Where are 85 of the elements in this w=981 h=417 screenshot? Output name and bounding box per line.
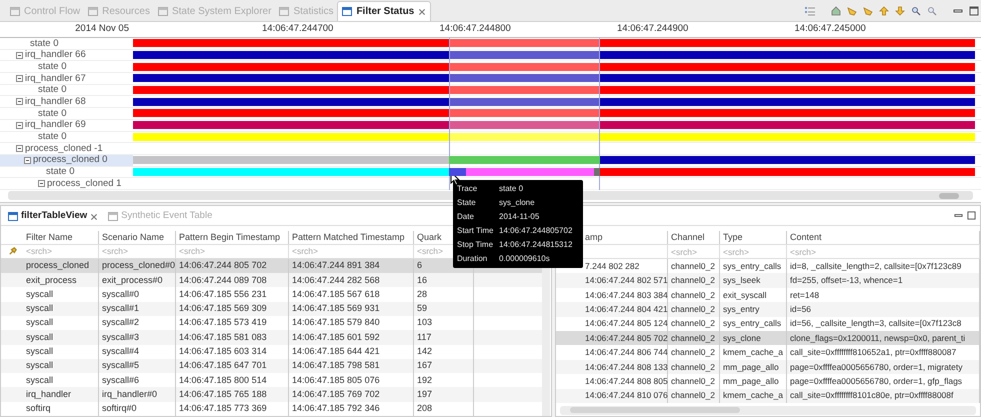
table-cell: kmem_cache_a	[720, 388, 787, 403]
tree-row[interactable]: state 0	[0, 38, 133, 50]
view-tab[interactable]: Filter Status	[337, 1, 432, 21]
window-icon	[8, 212, 18, 221]
minimize-icon[interactable]	[954, 211, 963, 220]
zoom-out-icon[interactable]	[927, 6, 937, 16]
zoom-in-icon[interactable]	[911, 6, 921, 16]
table-cell: 14:06:47.244 810 076	[582, 388, 668, 403]
tree-row[interactable]: process_cloned 1	[0, 178, 133, 190]
tooltip-value: 2014-11-05	[499, 211, 540, 223]
table-row[interactable]: syscall syscall#6 14:06:47.185 800 514 14:06:47.185 805 076 192	[1, 373, 542, 388]
tooltip-label: Trace	[457, 183, 478, 195]
maximize-icon[interactable]	[967, 211, 976, 220]
tooltip-value: sys_clone	[499, 197, 535, 209]
home-icon[interactable]	[831, 6, 841, 16]
table-cell: softirq#0	[99, 402, 176, 416]
tree-row[interactable]: irq_handler 67	[0, 73, 133, 85]
column-header[interactable]: Channel	[668, 231, 720, 244]
window-icon	[88, 6, 98, 16]
table-row[interactable]: syscall syscall#5 14:06:47.185 647 701 14:06:47.185 798 581 167	[1, 358, 542, 374]
column-header[interactable]: Type	[720, 231, 787, 244]
up-arrow-icon[interactable]	[879, 6, 889, 16]
table-row[interactable]: 14:06:47.244 805 702 channel0_2 sys_clone clone_flags=0x1200011, newsp=0x0, parent_ti	[556, 330, 980, 346]
tooltip-value: 14:06:47.244815312	[499, 239, 572, 251]
column-header[interactable]: Pattern Matched Timestamp	[289, 231, 414, 244]
table-cell: channel0_2	[668, 388, 720, 403]
tree-row[interactable]: state 0	[0, 166, 133, 178]
table-cell: call_site=0xffffffff8101c80e, ptr=0xffff88008f	[787, 388, 980, 403]
column-header[interactable]: Content	[787, 231, 980, 244]
table-row[interactable]: softirq softirq#0 14:06:47.185 773 369 14:06:47.185 792 346 208	[1, 402, 542, 416]
close-icon	[90, 212, 98, 220]
tree-row[interactable]: state 0	[0, 61, 133, 74]
close-icon	[418, 8, 426, 16]
collapse-icon[interactable]	[16, 52, 23, 59]
table-row[interactable]: 14:06:47.244 804 421 channel0_2 sys_entry id=56	[556, 302, 980, 317]
window-icon	[342, 7, 352, 16]
table-row[interactable]: 14:06:47.244 810 076 channel0_2 kmem_cache_a call_site=0xffffffff8101c80e, ptr=0xffff88008f	[556, 388, 980, 403]
window-icon	[158, 6, 168, 16]
panel-tab[interactable]: filterTableView	[5, 208, 102, 225]
window-icon	[10, 6, 20, 16]
tooltip-value: state 0	[499, 183, 524, 195]
horizontal-scrollbar[interactable]	[560, 406, 976, 415]
tree-row[interactable]: process_cloned 0	[0, 154, 133, 167]
table-row[interactable]: syscall syscall#2 14:06:47.185 573 419 14:06:47.185 579 840 103	[1, 316, 542, 330]
table-row[interactable]: 14:06:47.244 805 124 channel0_2 sys_entry_calls id=56, _callsite_length=3, callsite=[0x7f123c8	[556, 316, 980, 331]
window-icon	[108, 212, 118, 221]
table-row[interactable]: exit_process exit_process#0 14:06:47.244 089 708 14:06:47.244 282 568 16	[1, 273, 542, 288]
table-row[interactable]: syscall syscall#1 14:06:47.185 569 309 14:06:47.185 569 931 59	[1, 302, 542, 316]
collapse-icon[interactable]	[24, 156, 31, 164]
table-cell: 14:06:47.185 773 369	[176, 402, 289, 416]
maximize-icon[interactable]	[969, 6, 979, 16]
collapse-icon[interactable]	[16, 98, 23, 106]
collapse-icon[interactable]	[16, 122, 23, 129]
table-row[interactable]: 14:06:47.244 808 133 channel0_2 mm_page_allo page=0xffffea0005656780, order=1, migratety	[556, 360, 980, 374]
collapse-icon[interactable]	[38, 180, 45, 188]
column-header[interactable]: Filter Name	[23, 231, 99, 244]
tree-row[interactable]: state 0	[0, 108, 133, 120]
table-row[interactable]: irq_handler irq_handler#0 14:06:47.185 765 188 14:06:47.185 769 702 197	[1, 387, 542, 402]
table-row[interactable]: syscall syscall#4 14:06:47.185 603 314 14:06:47.185 644 421 142	[1, 344, 542, 359]
time-tick-label: 14:06:47.245000	[794, 22, 867, 36]
table-row[interactable]: 7.244 802 282 channel0_2 sys_entry_calls id=8, _callsite_length=2, callsite=[0x7f123c89	[556, 259, 980, 274]
table-row[interactable]: 14:06:47.244 802 571 channel0_2 sys_lseek fd=255, offset=-13, whence=1	[556, 273, 980, 288]
table-cell: softirq	[23, 402, 99, 416]
column-header[interactable]: Pattern Begin Timestamp	[176, 231, 289, 244]
pin-icon	[8, 246, 16, 256]
window-icon	[279, 6, 290, 16]
tooltip-value: 14:06:47.244805702	[499, 225, 572, 237]
tooltip-label: Date	[457, 211, 475, 223]
tooltip-label: State	[457, 197, 477, 209]
time-tick-label: 14:06:47.244900	[617, 22, 690, 36]
tree-row[interactable]: irq_handler 69	[0, 120, 133, 132]
tree-row[interactable]: irq_handler 68	[0, 96, 133, 108]
table-cell: 208	[414, 402, 474, 416]
tree-row[interactable]: irq_handler 66	[0, 50, 133, 62]
collapse-icon[interactable]	[16, 145, 23, 152]
collapse-icon[interactable]	[16, 74, 23, 82]
table-row[interactable]: syscall syscall#3 14:06:47.185 581 083 14:06:47.185 601 592 117	[1, 330, 542, 345]
down-arrow-icon[interactable]	[895, 6, 905, 16]
tree-row[interactable]: state 0	[0, 132, 133, 144]
table-cell: 14:06:47.185 792 346	[289, 402, 414, 416]
time-tick-label: 14:06:47.244700	[262, 22, 334, 36]
column-header[interactable]: Scenario Name	[99, 231, 176, 244]
time-tick-label: 14:06:47.244800	[440, 22, 512, 36]
date-label: 2014 Nov 05	[74, 22, 130, 36]
tree-row[interactable]: state 0	[0, 84, 133, 96]
